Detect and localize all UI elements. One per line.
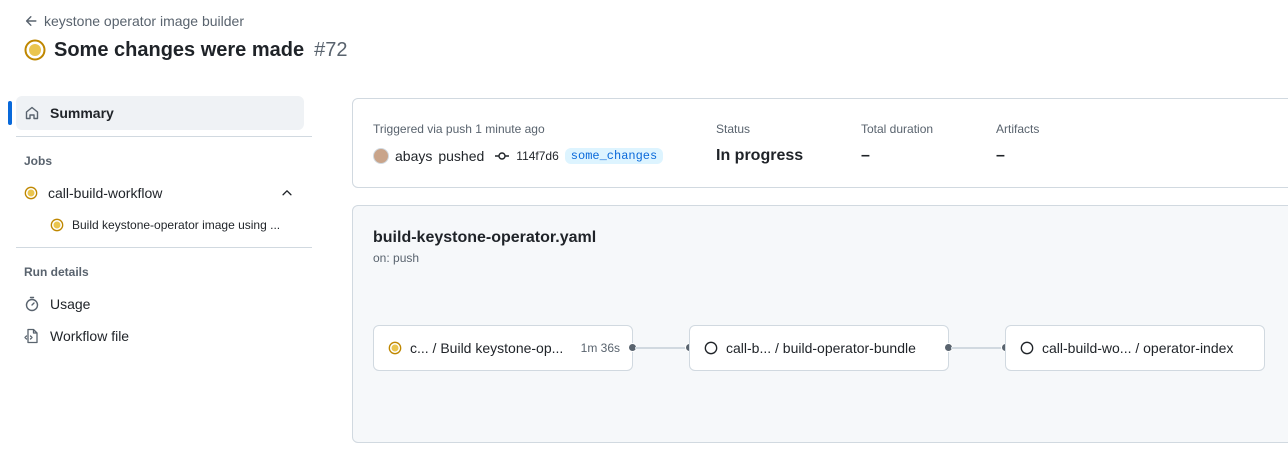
duration-label: Total duration bbox=[861, 122, 934, 136]
run-info-card: Triggered via push 1 minute ago abays pu… bbox=[352, 98, 1288, 188]
sidebar-item-build-keystone-operator[interactable]: Build keystone-operator image using ... bbox=[8, 209, 312, 241]
queued-status-icon bbox=[704, 341, 718, 355]
artifacts-label: Artifacts bbox=[996, 122, 1040, 136]
trigger-text: Triggered via push 1 minute ago bbox=[373, 122, 545, 136]
in-progress-status-icon bbox=[24, 186, 38, 200]
status-value: In progress bbox=[716, 147, 804, 164]
job-node-label: call-b... / build-operator-bundle bbox=[726, 340, 916, 356]
status-info: Status In progress bbox=[716, 121, 803, 166]
branch-badge[interactable]: some_changes bbox=[564, 148, 664, 164]
connector-line bbox=[951, 347, 1003, 349]
back-link-label: keystone operator image builder bbox=[44, 13, 245, 29]
graph-job-node[interactable]: call-build-wo... / operator-index bbox=[1005, 325, 1265, 371]
commit-sha[interactable]: 114f7d6 bbox=[516, 149, 559, 163]
chevron-up-icon[interactable] bbox=[280, 186, 294, 200]
commit-icon bbox=[495, 152, 510, 160]
sidebar-item-label: Usage bbox=[50, 296, 91, 312]
in-progress-status-icon bbox=[50, 218, 64, 232]
run-number: #72 bbox=[314, 38, 348, 61]
sidebar-item-call-build-workflow[interactable]: call-build-workflow bbox=[8, 177, 312, 209]
job-node-label: c... / Build keystone-op... bbox=[410, 340, 564, 356]
page-title: Some changes were made bbox=[54, 38, 305, 61]
job-label: call-build-workflow bbox=[48, 185, 163, 201]
divider bbox=[16, 247, 312, 248]
sidebar-item-summary[interactable]: Summary bbox=[8, 96, 304, 130]
sidebar-item-usage[interactable]: Usage bbox=[8, 288, 312, 320]
artifacts-info: Artifacts – bbox=[996, 121, 1039, 166]
divider bbox=[16, 136, 312, 137]
workflow-trigger: on: push bbox=[373, 251, 420, 265]
jobs-heading: Jobs bbox=[24, 154, 53, 168]
home-icon bbox=[25, 106, 39, 120]
avatar[interactable] bbox=[373, 148, 389, 164]
actor-name[interactable]: abays bbox=[395, 148, 432, 164]
in-progress-status-icon bbox=[24, 39, 46, 61]
job-node-duration: 1m 36s bbox=[580, 341, 620, 355]
page-title-row: Some changes were made #72 bbox=[24, 36, 347, 64]
duration-value: – bbox=[861, 147, 870, 164]
workflow-name[interactable]: build-keystone-operator.yaml bbox=[373, 229, 596, 247]
sidebar-item-workflow-file[interactable]: Workflow file bbox=[8, 320, 312, 352]
job-node-label: call-build-wo... / operator-index bbox=[1042, 340, 1234, 356]
file-code-icon bbox=[24, 328, 38, 344]
workflow-graph-card: build-keystone-operator.yaml on: push c.… bbox=[352, 205, 1288, 443]
sub-job-label: Build keystone-operator image using ... bbox=[72, 218, 281, 232]
stopwatch-icon bbox=[25, 296, 39, 312]
status-label: Status bbox=[716, 122, 751, 136]
artifacts-value: – bbox=[996, 147, 1005, 164]
run-details-heading: Run details bbox=[24, 265, 89, 279]
actor-action: pushed bbox=[438, 148, 485, 164]
graph-job-node[interactable]: c... / Build keystone-op... 1m 36s bbox=[373, 325, 633, 371]
arrow-left-icon bbox=[25, 16, 37, 26]
back-link[interactable]: keystone operator image builder bbox=[24, 12, 244, 30]
sidebar-item-label: Summary bbox=[50, 105, 114, 121]
in-progress-status-icon bbox=[388, 341, 402, 355]
sidebar: Summary Jobs call-build-workflow Build k… bbox=[8, 96, 312, 352]
connector-line bbox=[635, 347, 687, 349]
trigger-row: abays pushed 114f7d6 some_changes bbox=[373, 146, 664, 166]
queued-status-icon bbox=[1020, 341, 1034, 355]
graph-job-node[interactable]: call-b... / build-operator-bundle bbox=[689, 325, 949, 371]
trigger-info: Triggered via push 1 minute ago abays pu… bbox=[373, 121, 664, 166]
sidebar-item-label: Workflow file bbox=[50, 328, 130, 344]
duration-info: Total duration – bbox=[861, 121, 933, 166]
